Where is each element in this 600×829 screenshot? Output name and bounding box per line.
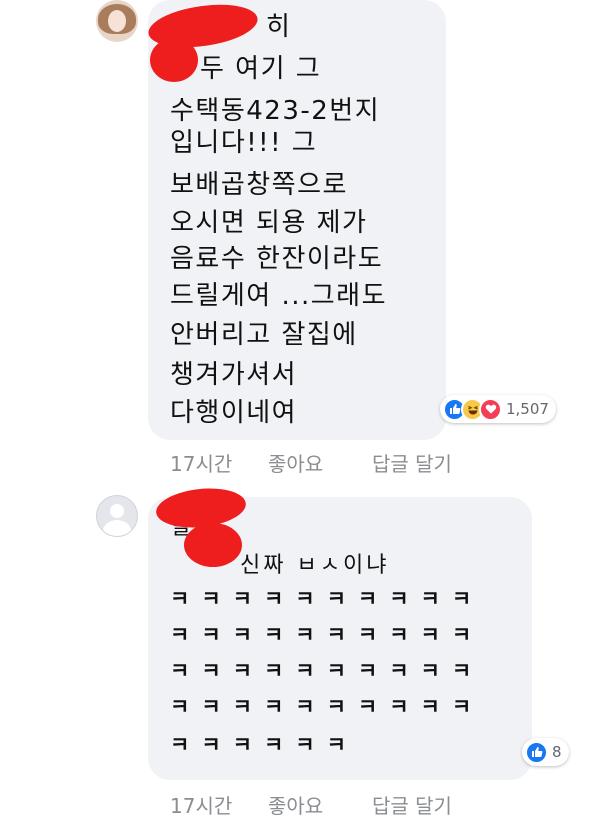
laugh-text-row: ㅋㅋㅋㅋㅋㅋ — [170, 733, 358, 757]
comment-line: 챙겨가셔서 — [170, 360, 298, 390]
laugh-text-row: ㅋㅋㅋㅋㅋㅋㅋㅋㅋㅋ — [170, 695, 484, 719]
comment-line: 히 — [266, 12, 292, 42]
comment-line: 드릴게여 ...그래도 — [170, 281, 387, 311]
comment-line: 다행이네여 — [170, 398, 298, 428]
comment-line: 두 여기 그 — [200, 54, 322, 84]
comment-line: 보배곱창쪽으로 — [170, 170, 348, 200]
avatar-head — [110, 504, 124, 518]
comment-bubble: 히 두 여기 그 수택동423-2번지 입니다!!! 그 보배곱창쪽으로 오시면… — [145, 0, 446, 440]
like-link[interactable]: 좋아요 — [268, 790, 323, 819]
comment-timestamp[interactable]: 17시간 — [170, 448, 232, 477]
reaction-summary[interactable]: 1,507 — [440, 395, 556, 423]
like-reaction-icon — [525, 740, 548, 764]
comment-line: 음료수 한잔이라도 — [170, 244, 384, 274]
laugh-text-row: ㅋㅋㅋㅋㅋㅋㅋㅋㅋㅋ — [170, 587, 484, 611]
name-redaction-mark — [184, 523, 242, 567]
reaction-summary[interactable]: 8 — [522, 738, 569, 766]
avatar-body — [103, 520, 131, 536]
commenter-avatar[interactable] — [96, 0, 138, 42]
reply-link[interactable]: 답글 달기 — [372, 448, 452, 477]
reply-link[interactable]: 답글 달기 — [372, 790, 452, 819]
like-link[interactable]: 좋아요 — [268, 448, 323, 477]
default-avatar-icon[interactable] — [96, 495, 138, 537]
comment-bubble: 헐 신짜 ㅂㅅ이냐 ㅋㅋㅋㅋㅋㅋㅋㅋㅋㅋ ㅋㅋㅋㅋㅋㅋㅋㅋㅋㅋ ㅋㅋㅋㅋㅋㅋㅋㅋ… — [148, 484, 532, 780]
love-reaction-icon — [479, 397, 502, 421]
laugh-text-row: ㅋㅋㅋㅋㅋㅋㅋㅋㅋㅋ — [170, 659, 484, 683]
comment-line: 오시면 되용 제가 — [170, 208, 368, 238]
name-redaction-mark — [150, 38, 198, 82]
comment-line: 신짜 ㅂㅅ이냐 — [240, 553, 390, 578]
comment-timestamp[interactable]: 17시간 — [170, 790, 232, 819]
laugh-text-row: ㅋㅋㅋㅋㅋㅋㅋㅋㅋㅋ — [170, 623, 484, 647]
comment-line: 안버리고 잘집에 — [170, 320, 358, 350]
comment-line: 입니다!!! 그 — [170, 128, 318, 158]
avatar-face — [108, 10, 126, 32]
reaction-count: 1,507 — [506, 400, 549, 418]
reaction-count: 8 — [552, 743, 562, 761]
